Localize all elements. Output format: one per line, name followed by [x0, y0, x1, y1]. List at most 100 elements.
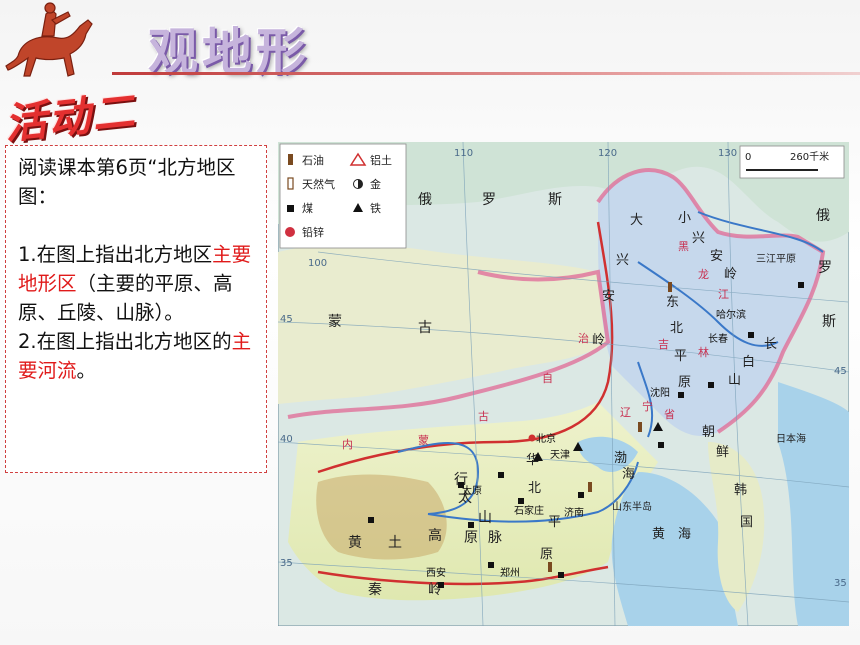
lon-110-label: 110 [454, 148, 473, 159]
hbpy-label-4: 原 [540, 547, 553, 562]
liaoning-label-3: 省 [664, 408, 675, 421]
dbpy-label-4: 原 [678, 375, 691, 390]
nmg-label-1: 内 [342, 437, 353, 451]
russia-east-label-2: 罗 [818, 260, 832, 276]
beijing-marker [528, 434, 536, 442]
sanjiang-label: 三江平原 [756, 253, 796, 265]
shandong-label: 山东半岛 [612, 500, 652, 513]
huanghai-label-1: 黄 [652, 527, 665, 542]
city-xian: 西安 [426, 566, 446, 579]
russia-label-2: 罗 [482, 192, 496, 208]
russia-east-label-1: 俄 [816, 208, 830, 224]
city-harbin: 哈尔滨 [716, 308, 746, 321]
loess-plateau-shade [316, 474, 447, 560]
liaoning-label-1: 辽 [620, 406, 631, 419]
dxa-label-4: 岭 [592, 333, 605, 348]
russia-label-3: 斯 [548, 192, 562, 208]
question-1: 1.在图上指出北方地区主要地形区（主要的平原、高原、丘陵、山脉）。 [18, 240, 260, 327]
huanghai-label-2: 海 [678, 527, 691, 542]
russia-label-1: 俄 [418, 192, 432, 208]
dbpy-label-2: 北 [670, 321, 683, 336]
question-2-suffix: 。 [76, 359, 97, 382]
lat-40-label: 40 [280, 434, 293, 445]
loess-label-2: 土 [388, 535, 402, 551]
map-legend: 石油 铝土 天然气 金 煤 铁 铅锌 [279, 143, 407, 249]
scale-label: 260千米 [790, 150, 829, 163]
mongolia-label-1: 蒙 [328, 314, 342, 330]
horse-rider-icon [5, 2, 93, 77]
loess-label-3: 高 [428, 527, 442, 544]
changbai-label-1: 长 [764, 337, 777, 352]
taihang-label-2: 山 [478, 510, 492, 526]
legend-coal: 煤 [302, 202, 313, 215]
legend-leadzinc: 铅锌 [302, 225, 324, 239]
hbpy-label-3: 平 [548, 515, 561, 530]
jilin-label-1: 吉 [658, 338, 669, 351]
chaoxian-label-2: 鲜 [716, 445, 729, 460]
coal-icon [287, 205, 294, 212]
xxa-label-2: 兴 [692, 231, 705, 246]
qinling-label-1: 秦 [368, 582, 382, 598]
nmg-label-4: 自 [542, 372, 553, 385]
jilin-label-2: 林 [698, 345, 709, 359]
russia-east-label-3: 斯 [822, 314, 836, 330]
bohai-label-1: 渤 [614, 450, 627, 466]
city-shenyang: 沈阳 [650, 386, 670, 399]
legend-gold: 金 [370, 177, 381, 191]
dbpy-label-1: 东 [666, 295, 679, 310]
oil-icon [288, 154, 293, 165]
hanguo-label-1: 韩 [734, 483, 747, 498]
question-1-prefix: 1.在图上指出北方地区 [18, 243, 213, 266]
hlj-label-3: 江 [718, 288, 729, 301]
city-changchun: 长春 [708, 333, 728, 345]
city-tianjin: 天津 [550, 449, 570, 461]
bohai-label-2: 海 [622, 467, 635, 482]
xxa-label-1: 小 [678, 211, 691, 226]
chaoxian-label-1: 朝 [702, 425, 715, 440]
lat-35-east-label: 35 [834, 578, 847, 589]
city-zhengzhou: 郑州 [500, 566, 520, 579]
question-2-prefix: 2.在图上指出北方地区的 [18, 330, 232, 353]
city-jinan: 济南 [564, 506, 584, 519]
leadzinc-icon [285, 227, 295, 237]
xxa-label-4: 岭 [724, 267, 737, 282]
dxa-label-2: 兴 [616, 253, 629, 268]
legend-gas: 天然气 [302, 177, 335, 191]
dbpy-label-3: 平 [674, 349, 687, 364]
loess-label-1: 黄 [348, 534, 362, 551]
north-china-map: 110 120 130 100 45 45 40 35 35 石油 铝土 天然气… [278, 142, 849, 626]
city-taiyuan: 太原 [462, 484, 482, 497]
lon-130-label: 130 [718, 148, 737, 159]
japansea-label: 日本海 [776, 432, 806, 445]
instruction-text: 阅读课本第6页“北方地区图： 1.在图上指出北方地区主要地形区（主要的平原、高原… [18, 153, 260, 385]
legend-bauxite: 铝土 [370, 153, 392, 167]
instruction-box: 阅读课本第6页“北方地区图： 1.在图上指出北方地区主要地形区（主要的平原、高原… [5, 145, 267, 473]
legend-oil: 石油 [302, 153, 324, 167]
question-2: 2.在图上指出北方地区的主要河流。 [18, 327, 260, 385]
hbpy-label-2: 北 [528, 481, 541, 496]
map-scale: 0 260千米 [739, 145, 845, 179]
lat-45-east-label: 45 [834, 366, 847, 377]
city-shijiazhuang: 石家庄 [514, 504, 544, 517]
dxa-label-1: 大 [630, 213, 643, 228]
city-beijing: 北京 [536, 432, 556, 445]
liaoning-label-2: 宁 [642, 399, 653, 413]
changbai-label-2: 白 [742, 354, 755, 370]
mongolia-label-2: 古 [418, 320, 432, 336]
lon-100-label: 100 [308, 258, 327, 269]
nmg-label-5: 治 [578, 331, 589, 345]
xxa-label-3: 安 [710, 249, 723, 264]
changbai-label-3: 山 [728, 373, 741, 388]
dxa-label-3: 安 [602, 289, 615, 304]
hlj-label-1: 黑 [678, 240, 689, 253]
taihang-label-3: 脉 [488, 530, 502, 546]
nmg-label-2: 蒙 [418, 434, 429, 447]
lon-120-label: 120 [598, 148, 617, 159]
legend-iron: 铁 [370, 202, 381, 215]
instruction-line-1: 阅读课本第6页“北方地区图： [18, 156, 236, 208]
nmg-label-3: 古 [478, 410, 489, 423]
loess-label-4: 原 [464, 530, 478, 546]
lat-35-label: 35 [280, 558, 293, 569]
lat-45-label: 45 [280, 314, 293, 325]
hanguo-label-2: 国 [740, 515, 753, 530]
